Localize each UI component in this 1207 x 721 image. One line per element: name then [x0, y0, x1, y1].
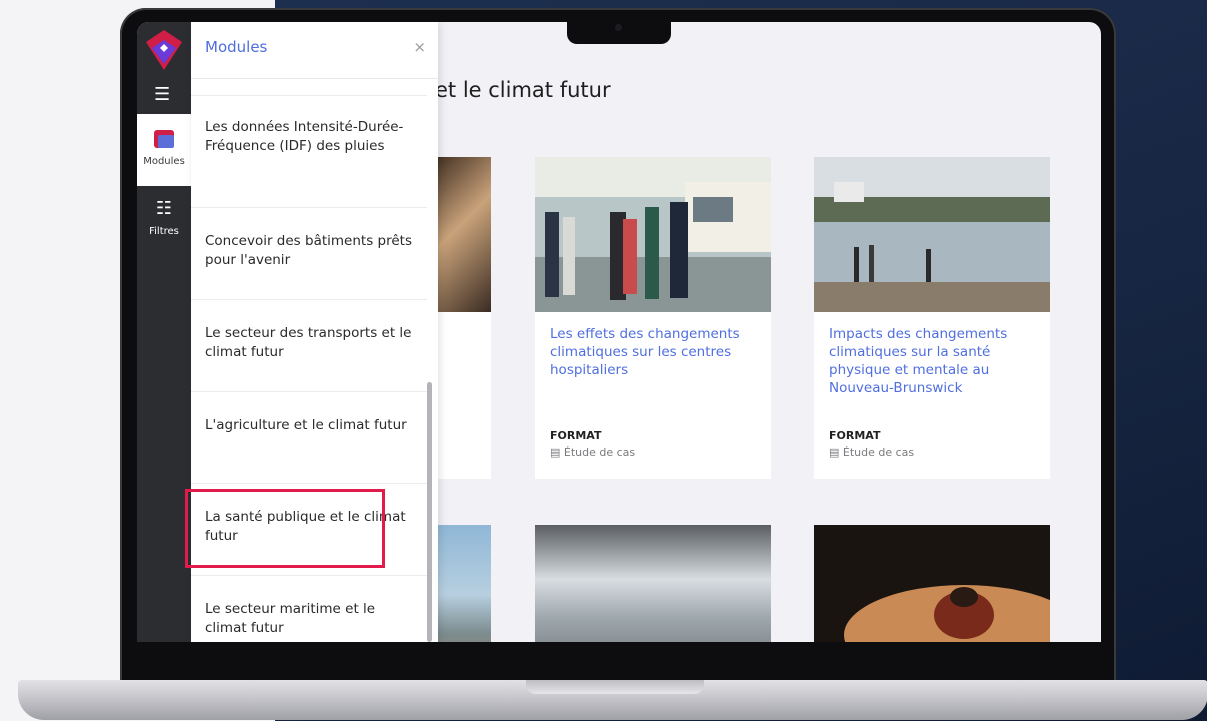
module-label: Le secteur des transports et le climat f… — [205, 325, 412, 360]
card-image-fountain — [535, 525, 771, 642]
rail-tab-filters[interactable]: ☷ Filtres — [137, 200, 191, 260]
card-image-tick — [814, 525, 1050, 642]
format-label: FORMAT — [829, 429, 881, 442]
sliders-icon: ☷ — [155, 198, 173, 219]
card-title[interactable]: Impacts des changements climatiques sur … — [829, 325, 1039, 397]
rail-tab-label: Filtres — [149, 226, 179, 237]
card-title[interactable]: Les effets des changements climatiques s… — [550, 325, 760, 379]
format-label: FORMAT — [550, 429, 602, 442]
rail-tab-modules[interactable]: Modules — [137, 114, 191, 186]
laptop-base — [18, 680, 1207, 720]
card-image-hospital — [535, 157, 771, 312]
module-label: Concevoir des bâtiments prêts pour l'ave… — [205, 233, 412, 268]
book-icon: ▤ — [550, 446, 561, 459]
app-logo[interactable] — [146, 30, 182, 70]
book-icon: ▤ — [829, 446, 840, 459]
modules-icon — [154, 130, 174, 148]
card-fountain[interactable] — [535, 525, 771, 642]
module-item[interactable]: Le secteur maritime et le climat futur — [191, 575, 427, 642]
card-tick[interactable] — [814, 525, 1050, 642]
format-value: ▤ Étude de cas — [829, 446, 914, 459]
menu-icon[interactable]: ☰ — [154, 86, 170, 104]
page-heading: et le climat futur — [435, 78, 611, 102]
format-type: Étude de cas — [842, 446, 915, 459]
tick-image — [814, 525, 1050, 642]
module-label: Le secteur maritime et le climat futur — [205, 601, 376, 636]
left-rail: ☰ Modules ☷ Filtres — [137, 22, 191, 642]
module-item[interactable]: L'agriculture et le climat futur — [191, 391, 427, 483]
module-item[interactable]: Les données Intensité-Durée-Fréquence (I… — [191, 95, 427, 207]
module-item[interactable]: Le secteur des transports et le climat f… — [191, 299, 427, 391]
close-icon[interactable]: × — [413, 38, 426, 56]
module-label: L'agriculture et le climat futur — [205, 417, 407, 433]
camera-notch — [567, 14, 671, 44]
format-value: ▤ Étude de cas — [550, 446, 635, 459]
format-type: Étude de cas — [563, 446, 636, 459]
rail-tab-label: Modules — [143, 156, 185, 167]
card-hospital[interactable]: Les effets des changements climatiques s… — [535, 157, 771, 479]
panel-scrollbar[interactable] — [427, 382, 432, 642]
module-item[interactable]: Concevoir des bâtiments prêts pour l'ave… — [191, 207, 427, 299]
card-new-brunswick[interactable]: Impacts des changements climatiques sur … — [814, 157, 1050, 479]
panel-title: Modules — [205, 38, 268, 56]
laptop-screen: ▲ et le climat futur Les effets des ch — [137, 22, 1101, 642]
card-image-flood — [814, 157, 1050, 312]
highlight-box — [185, 489, 385, 568]
module-label: Les données Intensité-Durée-Fréquence (I… — [205, 119, 404, 154]
flood-scene-image — [814, 157, 1050, 312]
hospital-scene-image — [535, 157, 771, 312]
panel-header: Modules × — [191, 22, 438, 79]
